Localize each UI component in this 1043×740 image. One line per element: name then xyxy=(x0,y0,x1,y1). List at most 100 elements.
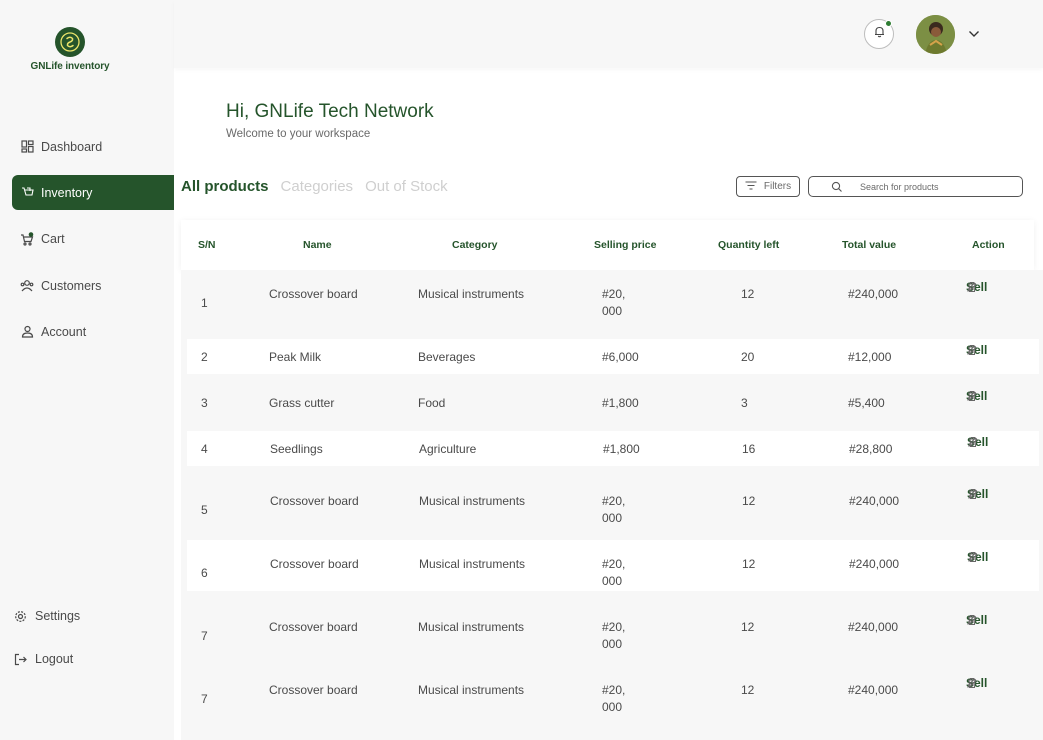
delete-icon[interactable] xyxy=(967,551,979,563)
cell-quantity: 12 xyxy=(742,494,756,508)
cell-quantity: 12 xyxy=(741,287,755,301)
cell-selling-price: #20, 000 xyxy=(602,287,626,318)
search-bar xyxy=(808,176,1023,197)
page-subtitle: Welcome to your workspace xyxy=(226,128,371,140)
cell-sn: 7 xyxy=(201,629,208,643)
logout-icon xyxy=(13,652,27,666)
cell-category: Musical instruments xyxy=(419,557,526,571)
topbar xyxy=(174,0,1043,68)
gear-icon xyxy=(13,609,27,623)
sidebar-item-cart[interactable]: Cart xyxy=(12,221,174,256)
cell-quantity: 12 xyxy=(741,683,755,697)
cell-sn: 7 xyxy=(201,692,208,706)
notification-dot xyxy=(885,20,892,27)
cell-selling-price: #1,800 xyxy=(603,442,640,456)
cell-selling-price: #20, 000 xyxy=(602,683,626,714)
filters-label: Filters xyxy=(763,181,792,192)
cell-quantity: 12 xyxy=(741,620,755,634)
cell-total-value: #28,800 xyxy=(849,442,893,456)
tab-all-products[interactable]: All products xyxy=(181,178,269,195)
sidebar-item-account[interactable]: Account xyxy=(12,314,174,349)
cell-selling-price: #1,800 xyxy=(602,396,639,410)
sidebar-item-label: Settings xyxy=(35,609,81,623)
cell-quantity: 20 xyxy=(741,350,755,364)
delete-icon[interactable] xyxy=(966,344,978,356)
sidebar-item-inventory[interactable]: Inventory xyxy=(12,175,174,210)
column-header-action: Action xyxy=(972,239,1005,251)
column-header-sn: S/N xyxy=(198,239,216,251)
table-row: 5 Crossover board Musical instruments #2… xyxy=(187,477,1039,539)
chevron-down-icon[interactable] xyxy=(966,26,982,42)
cell-name: Crossover board xyxy=(270,494,359,508)
dashboard-icon xyxy=(20,140,34,154)
cell-selling-price: #20, 000 xyxy=(602,557,626,588)
cell-name: Seedlings xyxy=(270,442,323,456)
cell-name: Crossover board xyxy=(269,683,358,697)
table-row: 3 Grass cutter Food #1,800 3 #5,400 Sell xyxy=(187,385,1039,420)
delete-icon[interactable] xyxy=(966,390,978,402)
delete-icon[interactable] xyxy=(967,436,979,448)
logo-icon xyxy=(55,27,85,57)
cell-total-value: #240,000 xyxy=(848,287,899,301)
cell-sn: 3 xyxy=(201,396,208,410)
delete-icon[interactable] xyxy=(967,488,979,500)
table-row: 2 Peak Milk Beverages #6,000 20 #12,000 … xyxy=(187,339,1039,374)
cell-category: Musical instruments xyxy=(419,494,526,508)
sidebar-item-label: Account xyxy=(41,324,87,339)
search-icon xyxy=(831,180,843,198)
cell-total-value: #12,000 xyxy=(848,350,892,364)
sidebar-item-settings[interactable]: Settings xyxy=(6,604,80,628)
table-body: 1 Crossover board Musical instruments #2… xyxy=(181,270,1043,740)
cell-total-value: #240,000 xyxy=(849,494,900,508)
account-icon xyxy=(20,325,34,339)
cell-category: Beverages xyxy=(418,350,476,364)
sidebar-item-customers[interactable]: Customers xyxy=(12,268,174,303)
cell-selling-price: #20, 000 xyxy=(602,494,626,525)
avatar[interactable] xyxy=(916,15,955,54)
cell-selling-price: #6,000 xyxy=(602,350,639,364)
sidebar-item-label: Customers xyxy=(41,278,102,293)
tab-out-of-stock[interactable]: Out of Stock xyxy=(365,178,448,195)
cart-icon xyxy=(20,231,34,246)
sidebar-item-label: Cart xyxy=(41,231,65,246)
cell-name: Peak Milk xyxy=(269,350,322,364)
cell-quantity: 12 xyxy=(742,557,756,571)
cell-sn: 1 xyxy=(201,296,208,310)
cell-sn: 2 xyxy=(201,350,208,364)
column-header-quantity-left: Quantity left xyxy=(718,239,780,251)
cell-category: Musical instruments xyxy=(418,683,525,697)
delete-icon[interactable] xyxy=(966,281,978,293)
column-header-category: Category xyxy=(452,239,498,251)
sidebar-item-label: Inventory xyxy=(41,185,93,200)
cell-category: Musical instruments xyxy=(418,287,525,301)
table-row: 7 Crossover board Musical instruments #2… xyxy=(187,666,1039,728)
table-header: S/N Name Category Selling price Quantity… xyxy=(181,220,1034,270)
bell-icon xyxy=(873,25,886,43)
brand-name: GNLife inventory xyxy=(30,61,110,72)
cell-total-value: #240,000 xyxy=(848,683,899,697)
cell-sn: 4 xyxy=(201,442,208,456)
sidebar-item-dashboard[interactable]: Dashboard xyxy=(12,129,174,164)
cell-name: Crossover board xyxy=(269,287,358,301)
column-header-selling-price: Selling price xyxy=(594,239,657,251)
column-header-name: Name xyxy=(303,239,332,251)
table-row: 1 Crossover board Musical instruments #2… xyxy=(187,270,1039,338)
cell-quantity: 3 xyxy=(741,396,748,410)
inventory-icon xyxy=(20,186,34,200)
brand-logo[interactable]: GNLife inventory xyxy=(0,27,140,72)
sidebar-item-logout[interactable]: Logout xyxy=(6,647,73,671)
cell-sn: 6 xyxy=(201,566,208,580)
cell-name: Crossover board xyxy=(269,620,358,634)
filter-icon xyxy=(745,180,757,193)
table-row: 4 Seedlings Agriculture #1,800 16 #28,80… xyxy=(187,431,1039,466)
delete-icon[interactable] xyxy=(966,677,978,689)
notifications-button[interactable] xyxy=(864,19,894,49)
page-title: Hi, GNLife Tech Network xyxy=(226,101,434,122)
tab-categories[interactable]: Categories xyxy=(281,178,354,195)
cell-total-value: #5,400 xyxy=(848,396,885,410)
cell-total-value: #240,000 xyxy=(848,620,899,634)
search-input[interactable] xyxy=(860,181,1020,192)
delete-icon[interactable] xyxy=(966,614,978,626)
filters-button[interactable]: Filters xyxy=(736,176,800,197)
table-row: 7 Crossover board Musical instruments #2… xyxy=(187,603,1039,665)
